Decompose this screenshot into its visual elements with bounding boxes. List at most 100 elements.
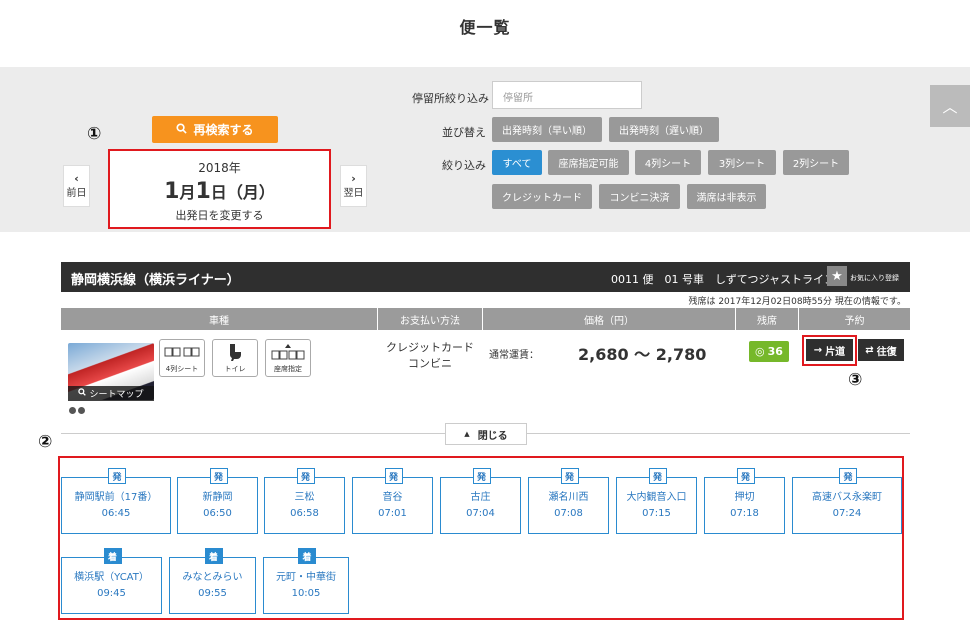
roundtrip-label: 往復 [876,346,897,358]
remaining-seats-count: 36 [767,345,783,358]
stop-name: 新静岡 [202,492,233,503]
scroll-top-button[interactable]: ︿ [930,85,970,127]
stop-card: 発三松 06:58 [264,468,345,534]
date-selector[interactable]: 2018年 1月1日（月） 出発日を変更する [108,149,331,229]
chevron-right-icon: › [351,172,356,186]
stop-type-badge: 着 [103,548,122,564]
stop-type-badge: 発 [296,468,315,484]
stop-time: 07:15 [642,508,671,519]
arrow-right-icon: → [813,344,823,356]
stop-time: 07:04 [466,508,495,519]
stop-type-badge: 発 [648,468,667,484]
stop-type-badge: 発 [108,468,126,484]
toilet-icon [213,340,257,364]
stop-type-badge: 発 [839,468,857,484]
date-weekday: （月） [226,183,275,202]
sort-early-button[interactable]: 出発時刻（早い順） [492,117,602,142]
next-day-button[interactable]: › 翌日 [340,165,367,207]
search-icon [176,122,188,137]
stop-time: 06:45 [101,508,131,519]
research-button[interactable]: 再検索する [152,116,278,143]
stop-card: 発古庄 07:04 [440,468,521,534]
star-icon: ★ [831,268,843,284]
filter-2row-button[interactable]: 2列シート [783,150,849,175]
next-day-label: 翌日 [343,187,364,199]
stop-time: 07:08 [554,508,583,519]
stop-time: 07:01 [378,508,407,519]
column-header-booking: 予約 [799,308,910,330]
stop-type-badge: 着 [298,548,316,564]
stop-time: 06:50 [203,508,232,519]
column-header-vehicle: 車種 [61,308,377,330]
annotation-3: ③ [848,370,863,390]
payment-methods: クレジットカード コンビニ [375,340,485,372]
stop-time: 06:58 [290,508,319,519]
close-label: 閉じる [477,430,508,442]
filter-4row-button[interactable]: 4列シート [635,150,701,175]
pagination-dot[interactable] [78,407,85,414]
search-icon [78,388,87,399]
favorite-label: お気に入り登録 [850,274,899,282]
stop-type-badge: 発 [384,468,403,484]
stop-search-input[interactable]: 停留所 [492,81,642,109]
stop-type-badge: 発 [209,468,228,484]
stop-name: 音谷 [382,492,403,503]
fare-value: 2,680 〜 2,780 [578,345,707,364]
stop-name: 静岡駅前（17番） [74,492,158,503]
stop-name: 三松 [294,492,315,503]
stop-filter-label: 停留所絞り込み [412,92,489,105]
fare-label: 通常運賃： [489,350,539,361]
oneway-label: 片道 [825,346,846,358]
research-label: 再検索する [193,123,254,137]
stop-name: 高速バス永楽町 [812,492,882,503]
stop-card: 着元町・中華街 10:05 [263,548,349,614]
filter-seat-reservable-button[interactable]: 座席指定可能 [548,150,629,175]
filter-convenience-button[interactable]: コンビニ決済 [599,184,680,209]
date-year: 2018年 [198,161,241,175]
seat-map-label: シートマップ [89,390,144,400]
stop-time: 07:24 [832,508,862,519]
route-info: 0011 便 01 号車 しずてつジャストライン [611,273,835,286]
pagination-dot[interactable] [69,407,76,414]
seat-row-icon [160,340,204,364]
stop-time: 09:45 [97,588,126,599]
seat-select-icon [266,340,310,364]
seat-map-button[interactable]: シートマップ [68,386,154,401]
filter-3row-button[interactable]: 3列シート [708,150,776,175]
chevron-left-icon: ‹ [74,172,79,186]
column-header-payment: お支払い方法 [378,308,482,330]
stop-name: 古庄 [470,492,491,503]
sort-label: 並び替え [442,126,486,139]
roundtrip-button[interactable]: ⇄ 往復 [858,339,904,361]
favorite-star-button[interactable]: ★ [827,266,847,286]
stop-time: 07:18 [730,508,759,519]
stop-name: 瀬名川西 [548,492,589,503]
close-button[interactable]: ▲ 閉じる [445,423,527,445]
stop-card: 発新静岡 06:50 [177,468,258,534]
feature-label: トイレ [224,365,246,373]
stop-name: 元町・中華街 [276,572,336,583]
filter-all-button[interactable]: すべて [492,150,542,175]
stop-card: 発瀬名川西 07:08 [528,468,609,534]
annotation-1: ① [87,124,102,144]
stop-card: 着みなとみらい 09:55 [169,548,256,614]
filter-hide-full-button[interactable]: 満席は非表示 [687,184,766,209]
stop-card: 発音谷 07:01 [352,468,433,534]
oneway-button[interactable]: → 片道 [806,339,853,361]
stop-type-badge: 発 [560,468,579,484]
stop-name: 大内観音入口 [626,492,687,503]
photo-pagination[interactable] [69,404,87,417]
column-header-price: 価格（円） [483,308,735,330]
sort-late-button[interactable]: 出発時刻（遅い順） [609,117,719,142]
double-circle-icon: ◎ [755,345,765,358]
filter-credit-card-button[interactable]: クレジットカード [492,184,592,209]
prev-day-button[interactable]: ‹ 前日 [63,165,90,207]
stop-type-badge: 着 [204,548,223,564]
filter-label: 絞り込み [442,159,486,172]
triangle-up-icon: ▲ [464,430,470,438]
date-day: 1 [195,179,211,204]
feature-toilet: トイレ [212,339,258,377]
feature-label: 4列シート [165,365,199,373]
swap-arrows-icon: ⇄ [865,344,874,356]
feature-4row-seat: 4列シート [159,339,205,377]
